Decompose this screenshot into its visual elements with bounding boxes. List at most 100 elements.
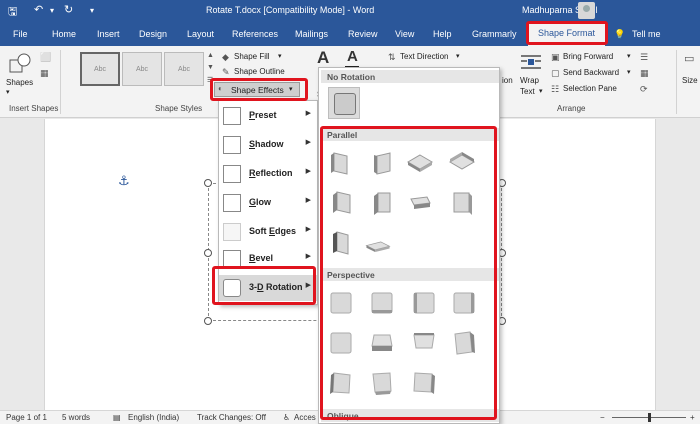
shadow-preview-icon [223,136,241,154]
tab-grammarly[interactable]: Grammarly [472,29,517,39]
wrap-text-dropdown-icon[interactable]: ▾ [539,87,543,95]
size-icon[interactable]: ▭ [684,52,694,65]
align-icon[interactable]: ☰ [640,52,648,63]
soft-edges-preview-icon [223,223,241,241]
insert-shapes-group-label: Insert Shapes [9,104,59,113]
avatar[interactable] [578,2,595,19]
highlight-rotation-presets [320,126,497,420]
text-direction-button[interactable]: Text Direction [400,52,448,61]
submenu-arrow-icon: ▶ [305,197,311,204]
preset-preview-icon [223,107,241,125]
resize-handle[interactable] [204,317,212,325]
selection-pane-icon: ☷ [551,84,560,94]
menu-item-soft-edges[interactable]: Soft Edges ▶ [219,219,317,245]
tab-view[interactable]: View [395,29,414,39]
submenu-arrow-icon: ▶ [305,253,311,260]
draw-textbox-icon[interactable]: ▦ [40,68,49,79]
shape-fill-dropdown-icon[interactable]: ▾ [278,52,282,60]
reflection-preview-icon [223,165,241,183]
wrap-text-icon[interactable] [520,52,542,72]
group-divider [60,50,61,114]
submenu-arrow-icon: ▶ [305,168,311,175]
position-button[interactable]: ion [502,76,513,85]
menu-item-shadow[interactable]: Shadow ▶ [219,132,317,158]
zoom-out-icon[interactable]: − [600,413,605,422]
track-changes-status[interactable]: Track Changes: Off [197,413,266,422]
bring-forward-icon: ▣ [551,52,560,62]
text-outline-icon[interactable]: A [347,48,358,65]
zoom-slider-thumb[interactable] [648,413,651,422]
menu-item-glow[interactable]: Glow ▶ [219,190,317,216]
highlight-3d-rotation-item [212,266,316,305]
tab-help[interactable]: Help [433,29,452,39]
language-status[interactable]: English (India) [128,413,179,422]
resize-handle[interactable] [204,179,212,187]
bring-forward-button[interactable]: Bring Forward [563,52,613,61]
size-button[interactable]: Size [682,76,698,85]
bring-forward-dropdown-icon[interactable]: ▾ [627,52,631,60]
lightbulb-icon: 💡 [614,29,626,39]
wrap-text-label-2[interactable]: Text [520,87,535,96]
arrange-group-label: Arrange [557,104,586,113]
tab-design[interactable]: Design [139,29,167,39]
highlight-shape-format-tab [526,21,608,45]
group-icon[interactable]: ▦ [640,68,649,79]
send-backward-button[interactable]: Send Backward [563,68,619,77]
send-backward-dropdown-icon[interactable]: ▾ [627,68,631,76]
style-sample-3[interactable]: Abc [164,52,204,86]
redo-icon[interactable]: ↻ [64,3,73,16]
proofing-icon[interactable]: ▤ [113,413,121,422]
glow-preview-icon [223,194,241,212]
undo-icon[interactable]: ↶ [34,3,43,16]
tab-references[interactable]: References [232,29,278,39]
accessibility-icon: ♿ [283,413,291,422]
customize-quick-access-icon[interactable]: ▾ [90,6,94,15]
zoom-in-icon[interactable]: + [690,413,695,422]
selection-pane-button[interactable]: Selection Pane [563,84,617,93]
no-rotation-heading: No Rotation [321,70,499,83]
resize-handle[interactable] [204,249,212,257]
text-fill-icon[interactable]: A [317,48,329,68]
shape-fill-button[interactable]: Shape Fill [234,52,270,61]
tab-review[interactable]: Review [348,29,378,39]
tell-me-search[interactable]: Tell me [632,29,661,39]
menu-item-preset[interactable]: Preset ▶ [219,103,317,129]
style-sample-2[interactable]: Abc [122,52,162,86]
menu-item-label: Preset [249,110,277,120]
undo-dropdown-icon[interactable]: ▾ [50,6,54,15]
wrap-text-label-1[interactable]: Wrap [520,76,539,85]
accessibility-status[interactable]: Acces [294,413,316,422]
shape-styles-group-label: Shape Styles [155,104,203,113]
word-count[interactable]: 5 words [62,413,90,422]
tab-insert[interactable]: Insert [97,29,120,39]
gallery-scroll-up-icon[interactable]: ▲ [207,52,214,59]
anchor-icon: ⚓ [118,173,130,188]
shape-fill-icon: ◆ [222,52,229,62]
menu-item-label: Glow [249,197,272,207]
text-direction-icon: ⇅ [388,52,396,62]
menu-item-label: Soft Edges [249,226,297,236]
tab-layout[interactable]: Layout [187,29,214,39]
gallery-scroll-down-icon[interactable]: ▼ [207,64,214,71]
shape-outline-icon: ✎ [222,67,230,77]
page-count[interactable]: Page 1 of 1 [6,413,47,422]
submenu-arrow-icon: ▶ [305,110,311,117]
rotate-icon[interactable]: ⟳ [640,84,648,95]
edit-shape-icon[interactable]: ⬜ [40,52,51,63]
text-direction-dropdown-icon[interactable]: ▾ [456,52,460,60]
save-icon[interactable]: 🖫 [8,3,17,22]
highlight-shape-effects-button [210,78,308,101]
no-rotation-option[interactable] [328,87,360,119]
menu-item-label: Reflection [249,168,293,178]
tab-mailings[interactable]: Mailings [295,29,328,39]
menu-item-reflection[interactable]: Reflection ▶ [219,161,317,187]
shapes-icon[interactable] [8,52,32,74]
tab-home[interactable]: Home [52,29,76,39]
style-sample-1[interactable]: Abc [80,52,120,86]
shape-outline-button[interactable]: Shape Outline [234,67,285,76]
title-bar: 🖫 ↶ ▾ ↻ ▾ Rotate T.docx [Compatibility M… [0,0,700,22]
tab-file[interactable]: File [13,29,28,39]
shapes-button[interactable]: Shapes [6,78,33,87]
submenu-arrow-icon: ▶ [305,226,311,233]
shapes-dropdown-icon[interactable]: ▾ [6,88,10,96]
